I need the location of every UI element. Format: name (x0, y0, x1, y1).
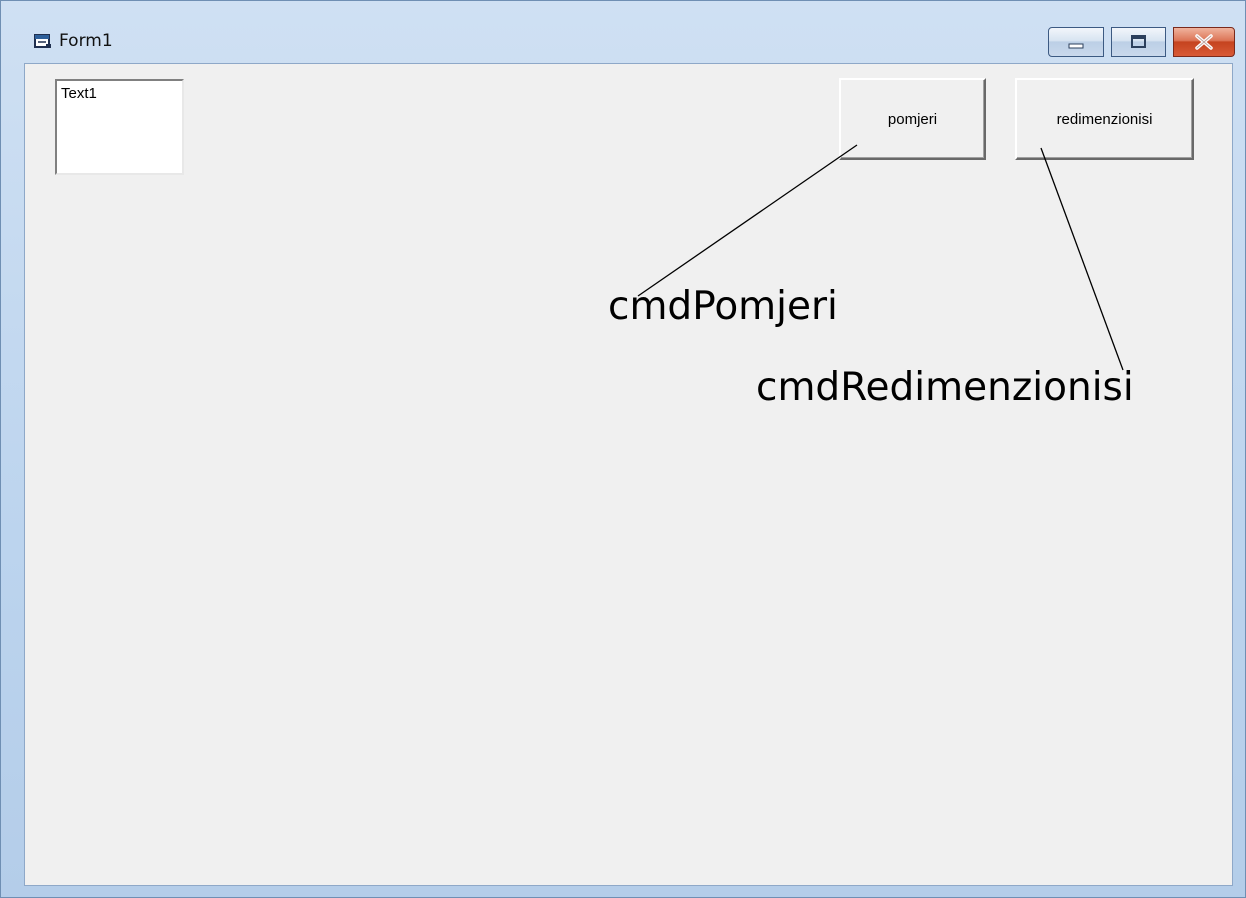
maximize-button[interactable] (1111, 27, 1166, 57)
minimize-icon (1068, 43, 1084, 49)
title-bar[interactable]: Form1 (1, 1, 1245, 63)
pomjeri-name-label: cmdPomjeri (608, 284, 838, 329)
close-icon (1195, 34, 1213, 50)
pomjeri-button[interactable]: pomjeri (839, 78, 986, 160)
close-button[interactable] (1173, 27, 1235, 57)
minimize-button[interactable] (1048, 27, 1104, 57)
window-title: Form1 (59, 31, 113, 51)
form-icon[interactable] (34, 33, 52, 49)
redimenzionisi-button[interactable]: redimenzionisi (1015, 78, 1194, 160)
maximize-icon (1131, 35, 1146, 48)
form-client-area (24, 63, 1233, 886)
text1-textbox[interactable]: Text1 (55, 79, 184, 175)
redimenzionisi-name-label: cmdRedimenzionisi (756, 365, 1134, 410)
